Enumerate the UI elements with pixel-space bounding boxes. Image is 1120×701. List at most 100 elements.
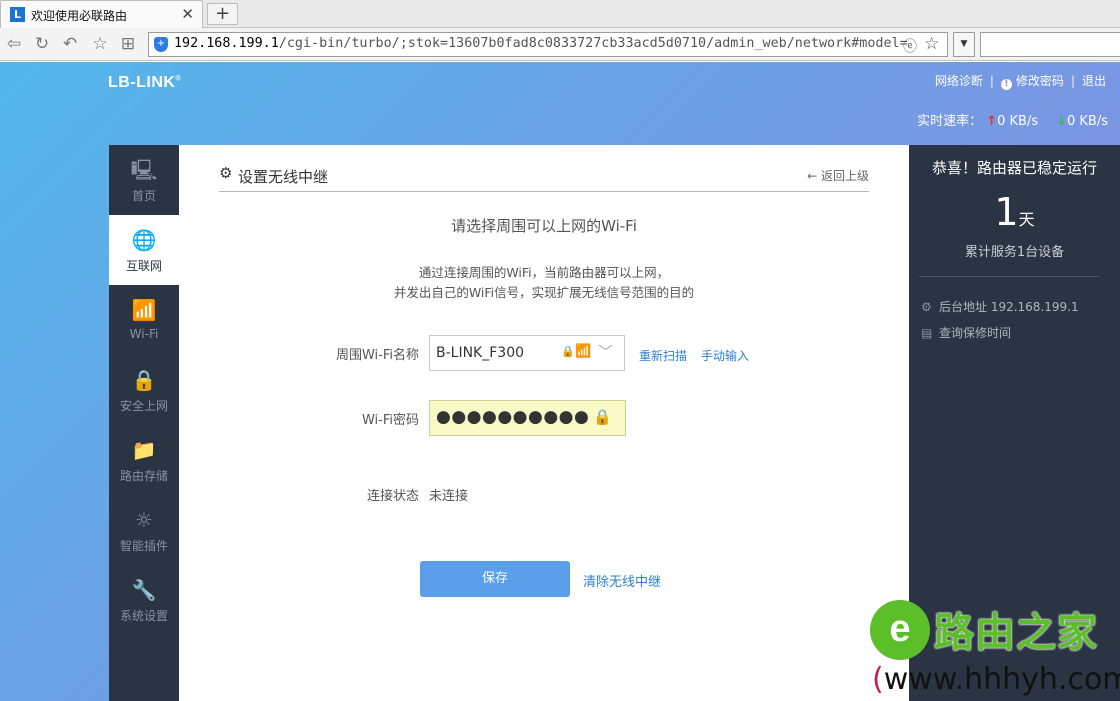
settings-icon: ⚙ bbox=[921, 300, 932, 314]
watermark-url: (www.hhhyh.com) bbox=[872, 662, 1120, 697]
browser-tab[interactable]: L 欢迎使用必联路由 ✕ bbox=[0, 0, 203, 28]
sidebar-item-internet[interactable]: 🌐 互联网 bbox=[109, 215, 179, 285]
sidebar-item-label: 智能插件 bbox=[119, 539, 168, 553]
gear-icon: ⚙ bbox=[219, 164, 233, 182]
section-heading: ⚙ 设置无线中继 ← 返回上级 bbox=[219, 163, 869, 192]
warranty-row[interactable]: ▤ 查询保修时间 bbox=[921, 324, 1011, 341]
address-bar[interactable]: + 192.168.199.1/cgi-bin/turbo/;stok=1360… bbox=[148, 32, 948, 57]
search-box[interactable] bbox=[980, 32, 1120, 57]
encrypted-lock-icon: 🔒 bbox=[561, 345, 575, 358]
uptime-days-unit: 天 bbox=[1018, 210, 1035, 229]
change-password-link[interactable]: 修改密码 bbox=[1016, 74, 1064, 88]
ssid-value: B-LINK_F300 bbox=[436, 345, 525, 361]
uptime-days: 1天 bbox=[909, 189, 1120, 243]
description-line: 并发出自己的WiFi信号，实现扩展无线信号范围的目的 bbox=[393, 285, 695, 300]
network-diagnose-link[interactable]: 网络诊断 bbox=[935, 74, 983, 88]
wrench-icon: 🔧 bbox=[131, 578, 157, 602]
clear-repeater-link[interactable]: 清除无线中继 bbox=[583, 571, 661, 590]
separator: | bbox=[1070, 74, 1075, 88]
section-subtitle: 请选择周围可以上网的Wi-Fi bbox=[451, 217, 637, 235]
sidebar-item-settings[interactable]: 🔧 系统设置 bbox=[109, 565, 179, 635]
ssid-label: 周围Wi-Fi名称 bbox=[335, 348, 419, 363]
download-arrow-icon: ↓ bbox=[1056, 114, 1067, 129]
logout-link[interactable]: 退出 bbox=[1082, 74, 1106, 88]
watermark-url-text: www.hhhyh.com bbox=[883, 662, 1120, 697]
lock-icon: 🔒 bbox=[131, 368, 157, 392]
apps-icon[interactable]: ⊞ bbox=[118, 34, 138, 54]
browser-engine-icon[interactable]: ⓔ bbox=[903, 36, 917, 56]
signal-wifi-icon: 📶 bbox=[575, 344, 592, 359]
devices-served: 累计服务1台设备 bbox=[964, 245, 1065, 260]
favorite-icon[interactable]: ☆ bbox=[90, 34, 110, 54]
password-mask: ●●●●●●●●●● bbox=[436, 407, 590, 427]
address-text[interactable]: 192.168.199.1/cgi-bin/turbo/;stok=13607b… bbox=[174, 36, 914, 51]
card-icon: ▤ bbox=[921, 326, 933, 340]
realtime-speed: 实时速率： ↑0 KB/s ↓0 KB/s bbox=[917, 110, 1108, 129]
url-path: /cgi-bin/turbo/;stok=13607b0fad8c0833727… bbox=[278, 36, 908, 51]
new-tab-button[interactable]: + bbox=[207, 3, 238, 25]
sidebar-item-label: 安全上网 bbox=[119, 399, 168, 413]
page-title: 设置无线中继 bbox=[238, 168, 329, 186]
sidebar-item-label: 首页 bbox=[131, 189, 156, 203]
description-line: 通过连接周围的WiFi，当前路由器可以上网， bbox=[418, 265, 670, 280]
tab-favicon-icon: L bbox=[10, 7, 25, 22]
tab-close-icon[interactable]: ✕ bbox=[181, 5, 194, 23]
watermark-paren: ( bbox=[872, 662, 884, 697]
sidebar-item-home[interactable]: 🖳 首页 bbox=[109, 145, 179, 215]
back-icon[interactable]: ⇦ bbox=[4, 34, 24, 54]
sidebar-item-wifi[interactable]: 📶 Wi-Fi bbox=[109, 285, 179, 355]
brand-logo: LB-LINK® bbox=[108, 74, 181, 92]
security-shield-icon: + bbox=[154, 37, 168, 52]
chevron-down-icon[interactable]: ﹀ bbox=[598, 341, 613, 362]
info-icon: ! bbox=[1000, 79, 1012, 90]
bulb-icon: ☼ bbox=[135, 508, 153, 532]
watermark: e 路由之家 (www.hhhyh.com) bbox=[866, 598, 1120, 701]
watermark-title: 路由之家 bbox=[934, 610, 1098, 656]
address-dropdown-icon[interactable]: ▼ bbox=[953, 32, 975, 57]
url-host: 192.168.199.1 bbox=[174, 36, 279, 51]
sidebar-item-label: 互联网 bbox=[125, 259, 162, 273]
upload-arrow-icon: ↑ bbox=[986, 114, 998, 129]
admin-address-row: ⚙ 后台地址 192.168.199.1 bbox=[921, 298, 1079, 315]
password-label: Wi-Fi密码 bbox=[361, 413, 419, 428]
sidebar: 🖳 首页 🌐 互联网 📶 Wi-Fi 🔒 安全上网 📁 路由存储 ☼ 智能插件 … bbox=[109, 145, 179, 701]
uptime-message: 恭喜！路由器已稳定运行 bbox=[931, 159, 1097, 177]
reload-icon[interactable]: ↻ bbox=[32, 34, 52, 54]
sidebar-item-label: Wi-Fi bbox=[129, 327, 159, 341]
uptime-days-value: 1 bbox=[994, 190, 1019, 234]
tab-title: 欢迎使用必联路由 bbox=[31, 9, 128, 23]
rescan-link[interactable]: 重新扫描 bbox=[639, 347, 687, 364]
monitor-icon: 🖳 bbox=[130, 158, 158, 182]
warranty-link[interactable]: 查询保修时间 bbox=[939, 326, 1011, 340]
watermark-logo-icon: e bbox=[870, 600, 930, 660]
sidebar-item-label: 系统设置 bbox=[119, 609, 168, 623]
bookmark-star-icon[interactable]: ☆ bbox=[924, 34, 939, 54]
download-speed: 0 KB/s bbox=[1067, 114, 1108, 129]
sidebar-item-storage[interactable]: 📁 路由存储 bbox=[109, 425, 179, 495]
top-links: 网络诊断 |! 修改密码 | 退出 bbox=[935, 72, 1106, 90]
browser-toolbar: ⇦ ↻ ↶ ☆ ⊞ + 192.168.199.1/cgi-bin/turbo/… bbox=[0, 28, 1120, 61]
main-content: ⚙ 设置无线中继 ← 返回上级 请选择周围可以上网的Wi-Fi 通过连接周围的W… bbox=[219, 145, 869, 701]
connection-status: 未连接 bbox=[429, 489, 469, 504]
lock-icon: 🔒 bbox=[593, 408, 612, 426]
registered-mark: ® bbox=[175, 75, 182, 83]
admin-address: 后台地址 192.168.199.1 bbox=[939, 300, 1079, 314]
undo-icon[interactable]: ↶ bbox=[60, 34, 80, 54]
browser-tab-bar: L 欢迎使用必联路由 ✕ + bbox=[0, 0, 1120, 28]
wifi-icon: 📶 bbox=[131, 298, 157, 322]
globe-icon: 🌐 bbox=[131, 228, 157, 252]
status-label: 连接状态 bbox=[366, 489, 419, 504]
speed-label: 实时速率： bbox=[917, 114, 983, 129]
brand-logo-text: LB-LINK bbox=[108, 74, 176, 91]
divider bbox=[919, 276, 1099, 277]
ssid-select[interactable]: B-LINK_F300 🔒 📶 ﹀ bbox=[429, 335, 625, 371]
password-field[interactable]: ●●●●●●●●●● 🔒 bbox=[429, 400, 626, 436]
back-link[interactable]: ← 返回上级 bbox=[807, 167, 869, 184]
sidebar-item-plugins[interactable]: ☼ 智能插件 bbox=[109, 495, 179, 565]
manual-input-link[interactable]: 手动输入 bbox=[701, 347, 749, 364]
sidebar-item-label: 路由存储 bbox=[119, 469, 168, 483]
save-button[interactable]: 保存 bbox=[420, 561, 570, 597]
sidebar-item-security[interactable]: 🔒 安全上网 bbox=[109, 355, 179, 425]
folder-icon: 📁 bbox=[131, 438, 157, 462]
separator: | bbox=[989, 74, 994, 88]
